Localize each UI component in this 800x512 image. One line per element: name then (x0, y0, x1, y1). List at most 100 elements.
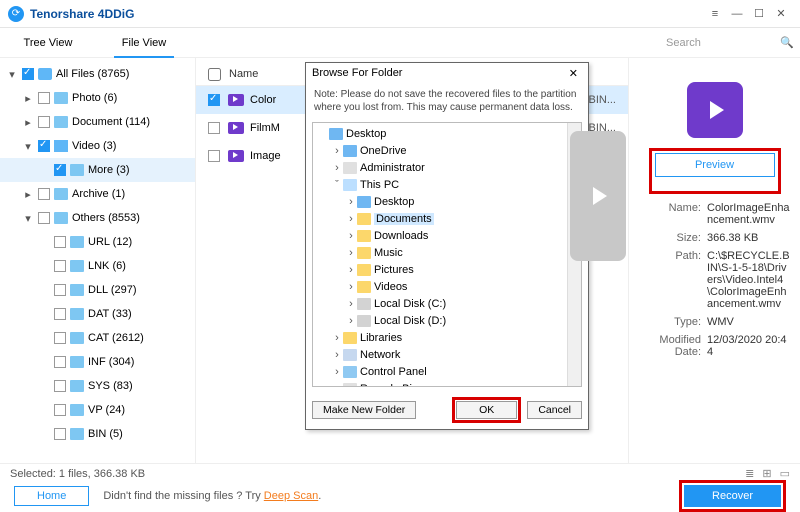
column-name[interactable]: Name (229, 68, 258, 81)
folder-tree[interactable]: Desktop› OneDrive› Administratorˇ This P… (312, 122, 582, 387)
folder-tree-node[interactable]: › Network (313, 346, 581, 363)
twist-icon[interactable]: ▾ (22, 212, 34, 225)
tree-node[interactable]: DAT (33) (0, 302, 195, 326)
checkbox[interactable] (22, 68, 34, 80)
tree-node[interactable]: VP (24) (0, 398, 195, 422)
folder-icon (329, 128, 343, 140)
folder-tree-node[interactable]: › Downloads (313, 227, 581, 244)
folder-tree-node[interactable]: › Videos (313, 278, 581, 295)
make-new-folder-button[interactable]: Make New Folder (312, 401, 416, 419)
row-checkbox[interactable] (208, 150, 220, 162)
tree-node[interactable]: DLL (297) (0, 278, 195, 302)
scrollbar-thumb[interactable] (570, 131, 626, 261)
checkbox[interactable] (38, 212, 50, 224)
expand-icon[interactable]: › (345, 298, 357, 310)
close-icon[interactable]: ✕ (770, 7, 792, 20)
tree-node[interactable]: BIN (5) (0, 422, 195, 446)
expand-icon[interactable]: › (331, 162, 343, 174)
expand-icon[interactable]: › (345, 230, 357, 242)
dialog-close-icon[interactable]: ✕ (565, 67, 582, 80)
folder-tree-node[interactable]: › Desktop (313, 193, 581, 210)
expand-icon[interactable]: ˇ (331, 179, 343, 191)
checkbox[interactable] (54, 404, 66, 416)
folder-icon (357, 315, 371, 327)
folder-tree-node[interactable]: Desktop (313, 125, 581, 142)
tree-label: Document (114) (72, 116, 150, 128)
tree-node[interactable]: ▸ Document (114) (0, 110, 195, 134)
expand-icon[interactable]: › (345, 281, 357, 293)
tree-node[interactable]: INF (304) (0, 350, 195, 374)
twist-icon[interactable]: ▸ (22, 116, 34, 129)
folder-tree-node[interactable]: › Libraries (313, 329, 581, 346)
checkbox[interactable] (54, 332, 66, 344)
tree-node[interactable]: LNK (6) (0, 254, 195, 278)
expand-icon[interactable]: › (345, 264, 357, 276)
checkbox[interactable] (54, 260, 66, 272)
checkbox[interactable] (38, 92, 50, 104)
checkbox[interactable] (54, 164, 66, 176)
checkbox[interactable] (38, 140, 50, 152)
folder-label: Local Disk (D:) (374, 315, 446, 327)
checkbox[interactable] (54, 284, 66, 296)
folder-tree-node[interactable]: › Music (313, 244, 581, 261)
select-all-checkbox[interactable] (208, 68, 221, 81)
scrollbar[interactable] (567, 123, 581, 386)
search-input[interactable]: Search 🔍 (660, 33, 800, 53)
minimize-icon[interactable]: — (726, 8, 748, 20)
tree-node[interactable]: ▸ Photo (6) (0, 86, 195, 110)
file-type-tree[interactable]: ▾ All Files (8765)▸ Photo (6)▸ Document … (0, 58, 196, 463)
checkbox[interactable] (54, 236, 66, 248)
twist-icon[interactable]: ▸ (22, 188, 34, 201)
expand-icon[interactable]: › (345, 247, 357, 259)
checkbox[interactable] (54, 356, 66, 368)
ok-button[interactable]: OK (456, 401, 517, 419)
tree-node[interactable]: ▸ Archive (1) (0, 182, 195, 206)
deep-scan-link[interactable]: Deep Scan (264, 490, 318, 502)
home-button[interactable]: Home (14, 486, 89, 506)
view-detail-icon[interactable]: ▭ (780, 467, 790, 480)
twist-icon[interactable]: ▾ (22, 140, 34, 153)
tab-file-view[interactable]: File View (96, 28, 192, 58)
folder-tree-node[interactable]: › Local Disk (C:) (313, 295, 581, 312)
row-checkbox[interactable] (208, 122, 220, 134)
twist-icon[interactable]: ▸ (22, 92, 34, 105)
expand-icon[interactable]: › (331, 366, 343, 378)
cancel-button[interactable]: Cancel (527, 401, 582, 419)
checkbox[interactable] (38, 188, 50, 200)
folder-tree-node[interactable]: › Documents (313, 210, 581, 227)
expand-icon[interactable]: › (345, 196, 357, 208)
folder-tree-node[interactable]: ˇ This PC (313, 176, 581, 193)
expand-icon[interactable]: › (345, 213, 357, 225)
menu-icon[interactable]: ≡ (704, 8, 726, 20)
folder-tree-node[interactable]: › Administrator (313, 159, 581, 176)
tab-tree-view[interactable]: Tree View (0, 28, 96, 58)
twist-icon[interactable]: ▾ (6, 68, 18, 81)
tree-node[interactable]: CAT (2612) (0, 326, 195, 350)
view-list-icon[interactable]: ≣ (745, 467, 754, 480)
folder-tree-node[interactable]: › Local Disk (D:) (313, 312, 581, 329)
search-icon[interactable]: 🔍 (780, 36, 794, 49)
expand-icon[interactable]: › (331, 332, 343, 344)
preview-button[interactable]: Preview (655, 153, 775, 177)
tree-node[interactable]: ▾ Others (8553) (0, 206, 195, 230)
recover-button[interactable]: Recover (684, 485, 781, 507)
expand-icon[interactable]: › (345, 315, 357, 327)
tree-node[interactable]: More (3) (0, 158, 195, 182)
tree-node[interactable]: SYS (83) (0, 374, 195, 398)
checkbox[interactable] (54, 308, 66, 320)
checkbox[interactable] (54, 428, 66, 440)
folder-tree-node[interactable]: › Pictures (313, 261, 581, 278)
checkbox[interactable] (38, 116, 50, 128)
tree-node[interactable]: ▾ All Files (8765) (0, 62, 195, 86)
expand-icon[interactable]: › (331, 145, 343, 157)
folder-tree-node[interactable]: Recycle Bin (313, 380, 581, 386)
view-grid-icon[interactable]: ⊞ (762, 467, 771, 480)
expand-icon[interactable]: › (331, 349, 343, 361)
tree-node[interactable]: URL (12) (0, 230, 195, 254)
tree-node[interactable]: ▾ Video (3) (0, 134, 195, 158)
folder-tree-node[interactable]: › Control Panel (313, 363, 581, 380)
row-checkbox[interactable] (208, 94, 220, 106)
maximize-icon[interactable]: ☐ (748, 7, 770, 20)
checkbox[interactable] (54, 380, 66, 392)
folder-tree-node[interactable]: › OneDrive (313, 142, 581, 159)
